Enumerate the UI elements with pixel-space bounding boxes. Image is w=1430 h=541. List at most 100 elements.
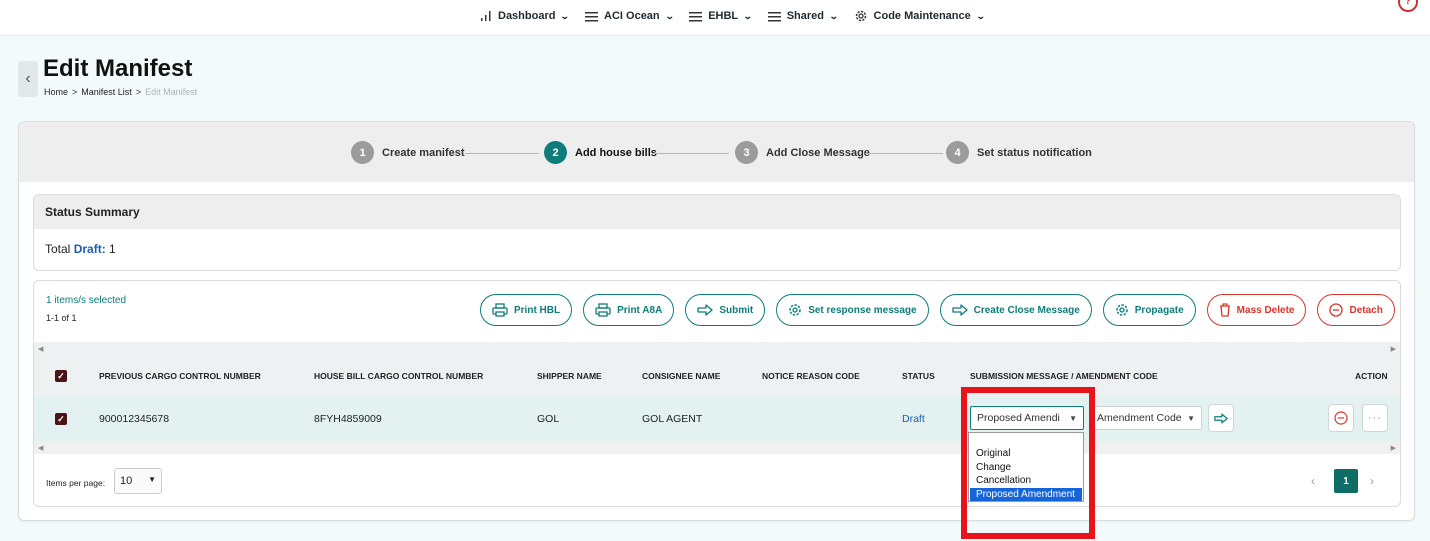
col-action: ACTION (1355, 371, 1388, 381)
cell-consignee-name: GOL AGENT (642, 413, 703, 425)
scroll-left-icon[interactable]: ◀ (38, 444, 43, 452)
printer-icon (595, 303, 611, 317)
nav-ehbl[interactable]: EHBL ⌄ (689, 10, 753, 22)
items-per-page-value: 10 (120, 475, 133, 487)
chevron-down-icon: ⌄ (664, 10, 675, 21)
manifest-card: 1 Create manifest 2 Add house bills 3 Ad… (18, 121, 1415, 521)
stepper: 1 Create manifest 2 Add house bills 3 Ad… (19, 122, 1414, 182)
page-number-button[interactable]: 1 (1334, 469, 1358, 493)
nav-aci-ocean[interactable]: ACI Ocean ⌄ (585, 10, 675, 22)
cell-status[interactable]: Draft (902, 413, 925, 425)
trash-icon (1219, 303, 1230, 317)
print-hbl-label: Print HBL (514, 304, 561, 316)
nav-aci-ocean-label: ACI Ocean (604, 10, 660, 22)
set-response-message-label: Set response message (808, 304, 917, 316)
step-label: Add house bills (575, 146, 657, 159)
step-set-status-notification[interactable]: 4 Set status notification (946, 141, 1092, 164)
nav-shared[interactable]: Shared ⌄ (767, 10, 839, 22)
ellipsis-icon: ··· (1368, 412, 1382, 424)
chevron-down-icon: ⌄ (828, 10, 839, 21)
menu-icon (689, 11, 703, 21)
house-bills-table: 1 items/s selected 1-1 of 1 Print HBL Pr… (33, 280, 1401, 507)
next-page-icon[interactable]: › (1370, 474, 1374, 488)
scroll-right-icon[interactable]: ▶ (1391, 444, 1396, 452)
create-close-message-button[interactable]: Create Close Message (939, 294, 1092, 326)
submit-label: Submit (719, 304, 754, 316)
top-navigation-bar: Dashboard ⌄ ACI Ocean ⌄ EHBL ⌄ Shared ⌄ … (0, 0, 1430, 36)
nav-dashboard-label: Dashboard (498, 10, 556, 22)
print-a8a-label: Print A8A (617, 304, 663, 316)
cell-house-bill-ccn: 8FYH4859009 (314, 413, 382, 425)
menu-icon (585, 11, 599, 21)
col-consignee-name[interactable]: CONSIGNEE NAME (642, 371, 720, 381)
gear-icon (1116, 304, 1128, 316)
col-submission-message[interactable]: SUBMISSION MESSAGE / AMENDMENT CODE (970, 371, 1158, 381)
row-detach-button[interactable] (1328, 404, 1354, 432)
col-shipper-name[interactable]: SHIPPER NAME (537, 371, 602, 381)
help-icon[interactable]: ? (1398, 0, 1418, 12)
items-per-page-label: Items per page: (46, 478, 106, 488)
selected-count: 1 items/s selected (46, 295, 127, 306)
breadcrumb-home[interactable]: Home (44, 87, 68, 97)
step-connector (653, 153, 729, 154)
detach-button[interactable]: Detach (1317, 294, 1395, 326)
gear-icon (855, 10, 866, 22)
horizontal-scrollbar[interactable]: ◀ ▶ (34, 442, 1400, 454)
nav-code-maintenance[interactable]: Code Maintenance ⌄ (854, 9, 985, 23)
table-row[interactable]: ✓ 900012345678 8FYH4859009 GOL GOL AGENT… (34, 396, 1400, 442)
scroll-left-icon[interactable]: ◀ (38, 345, 43, 353)
apply-amendment-button[interactable] (1208, 404, 1234, 432)
mass-delete-button[interactable]: Mass Delete (1206, 294, 1307, 326)
arrow-right-icon (697, 304, 713, 316)
status-summary: Status Summary Total Draft: 1 (33, 194, 1401, 271)
step-add-house-bills[interactable]: 2 Add house bills (544, 141, 657, 164)
annotation-highlight-box (961, 387, 1095, 539)
propagate-button[interactable]: Propagate (1102, 294, 1196, 326)
breadcrumb-separator: > (72, 87, 78, 97)
items-per-page-select[interactable]: 10 ▼ (114, 468, 162, 494)
col-notice-reason-code[interactable]: NOTICE REASON CODE (762, 371, 860, 381)
caret-down-icon: ▼ (148, 475, 156, 484)
back-button[interactable]: ‹ (18, 61, 38, 97)
scroll-right-icon[interactable]: ▶ (1391, 345, 1396, 353)
nav-dashboard[interactable]: Dashboard ⌄ (480, 10, 570, 22)
step-create-manifest[interactable]: 1 Create manifest (351, 141, 465, 164)
step-add-close-message[interactable]: 3 Add Close Message (735, 141, 870, 164)
breadcrumb-current: Edit Manifest (145, 87, 198, 97)
prev-page-icon[interactable]: ‹ (1311, 474, 1315, 488)
step-number: 1 (351, 141, 374, 164)
set-response-message-button[interactable]: Set response message (776, 294, 929, 326)
minus-circle-icon (1334, 411, 1348, 425)
bulk-actions: Print HBL Print A8A Submit Set response … (480, 294, 1395, 326)
draft-label[interactable]: Draft: (74, 242, 106, 256)
step-label: Add Close Message (766, 146, 870, 159)
bar-chart-icon (481, 11, 491, 21)
nav-ehbl-label: EHBL (708, 10, 739, 22)
create-close-message-label: Create Close Message (973, 304, 1080, 316)
breadcrumb: Home > Manifest List > Edit Manifest (44, 87, 197, 97)
nav-shared-label: Shared (786, 10, 824, 22)
amendment-code-select[interactable]: Amendment Code ▼ (1090, 406, 1202, 430)
row-more-button[interactable]: ··· (1362, 404, 1388, 432)
print-a8a-button[interactable]: Print A8A (583, 294, 675, 326)
breadcrumb-manifest-list[interactable]: Manifest List (81, 87, 132, 97)
chevron-down-icon: ⌄ (743, 10, 753, 21)
step-label: Set status notification (977, 146, 1092, 159)
breadcrumb-separator: > (135, 87, 142, 97)
row-checkbox[interactable]: ✓ (55, 413, 67, 425)
col-house-bill-ccn[interactable]: HOUSE BILL CARGO CONTROL NUMBER (314, 371, 483, 381)
submit-button[interactable]: Submit (685, 294, 766, 326)
caret-down-icon: ▼ (1187, 413, 1195, 423)
col-status[interactable]: STATUS (902, 371, 935, 381)
print-hbl-button[interactable]: Print HBL (480, 294, 573, 326)
col-previous-ccn[interactable]: PREVIOUS CARGO CONTROL NUMBER (99, 371, 261, 381)
select-all-checkbox[interactable]: ✓ (55, 370, 67, 382)
cell-previous-ccn: 900012345678 (99, 413, 170, 425)
step-number: 4 (946, 141, 969, 164)
status-summary-heading: Status Summary (34, 195, 1400, 229)
minus-circle-icon (1329, 303, 1344, 317)
arrow-right-icon (1214, 413, 1228, 423)
amendment-code-placeholder: Amendment Code (1097, 412, 1182, 424)
step-label: Create manifest (382, 146, 465, 159)
table-header: ◀ ▶ ✓ PREVIOUS CARGO CONTROL NUMBER HOUS… (34, 342, 1400, 396)
